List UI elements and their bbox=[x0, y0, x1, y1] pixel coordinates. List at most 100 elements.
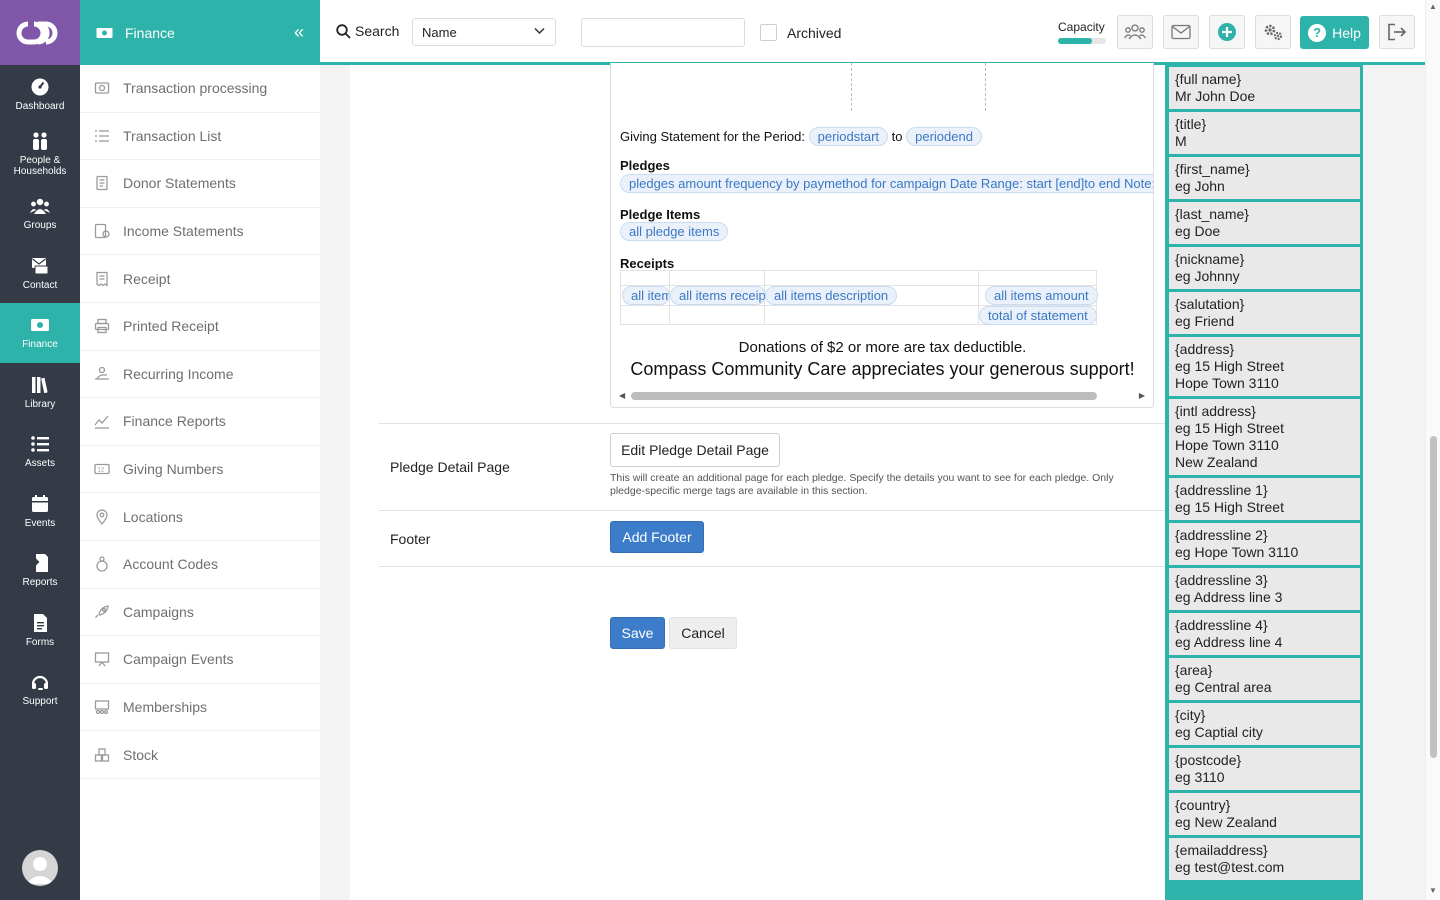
merge-chip-total-of-statement[interactable]: total of statement bbox=[979, 306, 1097, 325]
pledge-detail-hint: This will create an additional page for … bbox=[610, 472, 1114, 497]
settings-button[interactable] bbox=[1255, 15, 1291, 49]
rail-item-forms[interactable]: Forms bbox=[0, 601, 80, 661]
save-button[interactable]: Save bbox=[610, 617, 665, 649]
rail-item-dashboard[interactable]: Dashboard bbox=[0, 65, 80, 125]
messages-button[interactable] bbox=[1163, 15, 1199, 49]
merge-tag-item[interactable]: {intl address} eg 15 High Street Hope Tow… bbox=[1169, 399, 1360, 475]
page-vertical-scrollbar[interactable]: ▲ ▼ bbox=[1425, 0, 1440, 900]
statement-editor: Giving Statement for the Period: periods… bbox=[350, 63, 1165, 900]
submenu-item-giving-numbers[interactable]: 12 Giving Numbers bbox=[80, 446, 320, 494]
collapse-menu-icon[interactable]: « bbox=[294, 22, 304, 43]
search-control[interactable]: Search bbox=[336, 23, 399, 39]
merge-tag-example: eg Address line 3 bbox=[1175, 589, 1283, 605]
submenu-item-label: Transaction List bbox=[123, 127, 222, 144]
scroll-down-arrow-icon[interactable]: ▼ bbox=[1429, 886, 1437, 895]
people-icon bbox=[33, 132, 47, 151]
submenu-item-receipt[interactable]: Receipt bbox=[80, 255, 320, 303]
campaign-events-icon bbox=[94, 652, 110, 667]
merge-tag-item[interactable]: {addressline 2} eg Hope Town 3110 bbox=[1169, 523, 1360, 565]
submenu-item-transaction-processing[interactable]: Transaction processing bbox=[80, 65, 320, 113]
scroll-left-arrow-icon[interactable]: ◀ bbox=[619, 391, 625, 400]
merge-tag-name: {full name} bbox=[1175, 71, 1242, 87]
edit-pledge-detail-button[interactable]: Edit Pledge Detail Page bbox=[610, 433, 780, 467]
merge-tag-item[interactable]: {title} M bbox=[1169, 112, 1360, 154]
merge-tag-example: eg test@test.com bbox=[1175, 859, 1285, 875]
submenu-item-transaction-list[interactable]: Transaction List bbox=[80, 113, 320, 161]
rail-item-groups[interactable]: Groups bbox=[0, 184, 80, 244]
submenu-item-campaign-events[interactable]: Campaign Events bbox=[80, 636, 320, 684]
merge-tag-item[interactable]: {postcode} eg 3110 bbox=[1169, 748, 1360, 790]
merge-chip-all-items-amount[interactable]: all items amount bbox=[985, 286, 1098, 305]
cancel-button[interactable]: Cancel bbox=[669, 617, 737, 649]
submenu-item-income-statements[interactable]: Income Statements bbox=[80, 208, 320, 256]
merge-tag-item[interactable]: {addressline 1} eg 15 High Street bbox=[1169, 478, 1360, 520]
rocket-icon bbox=[95, 605, 109, 618]
scrollbar-thumb[interactable] bbox=[631, 392, 1097, 400]
merge-chip-pledges[interactable]: pledges amount frequency by paymethod fo… bbox=[620, 174, 1153, 193]
merge-chip-pledge-items[interactable]: all pledge items bbox=[620, 222, 729, 241]
user-avatar-icon bbox=[26, 857, 54, 884]
submenu-item-locations[interactable]: Locations bbox=[80, 493, 320, 541]
merge-chip-periodend[interactable]: periodend bbox=[906, 127, 982, 146]
search-input[interactable] bbox=[581, 18, 745, 47]
rail-item-events[interactable]: Events bbox=[0, 482, 80, 542]
merge-tag-name: {area} bbox=[1175, 662, 1213, 678]
list-icon bbox=[95, 130, 109, 142]
search-field-select[interactable]: Name bbox=[412, 18, 556, 46]
merge-tag-item[interactable]: {nickname} eg Johnny bbox=[1169, 247, 1360, 289]
households-button[interactable] bbox=[1117, 15, 1153, 49]
receipt-icon bbox=[96, 271, 108, 287]
archived-label: Archived bbox=[787, 24, 842, 41]
merge-tag-item[interactable]: {area} eg Central area bbox=[1169, 658, 1360, 700]
add-footer-button[interactable]: Add Footer bbox=[610, 521, 704, 553]
rail-item-reports[interactable]: Reports bbox=[0, 541, 80, 601]
rail-item-assets[interactable]: Assets bbox=[0, 422, 80, 482]
preview-horizontal-scrollbar[interactable]: ◀ ▶ bbox=[619, 391, 1145, 401]
rail-item-library[interactable]: Library bbox=[0, 363, 80, 423]
merge-tag-item[interactable]: {last_name} eg Doe bbox=[1169, 202, 1360, 244]
submenu-item-memberships[interactable]: Memberships bbox=[80, 684, 320, 732]
rail-item-label: Events bbox=[24, 517, 56, 529]
submenu-item-campaigns[interactable]: Campaigns bbox=[80, 589, 320, 637]
merge-chip-all-items-receipt[interactable]: all items receipt bbox=[670, 286, 766, 305]
merge-tag-item[interactable]: {emailaddress} eg test@test.com bbox=[1169, 838, 1360, 880]
svg-text:12: 12 bbox=[98, 468, 105, 474]
submenu-item-stock[interactable]: Stock bbox=[80, 731, 320, 779]
merge-tag-item[interactable]: {addressline 3} eg Address line 3 bbox=[1169, 568, 1360, 610]
merge-tag-item[interactable]: {address} eg 15 High Street Hope Town 311… bbox=[1169, 337, 1360, 396]
add-new-button[interactable] bbox=[1209, 15, 1245, 49]
merge-tag-item[interactable]: {country} eg New Zealand bbox=[1169, 793, 1360, 835]
rail-item-people-households[interactable]: People & Households bbox=[0, 125, 80, 185]
submenu-item-account-codes[interactable]: Account Codes bbox=[80, 541, 320, 589]
submenu-item-printed-receipt[interactable]: Printed Receipt bbox=[80, 303, 320, 351]
scrollbar-thumb[interactable] bbox=[1430, 436, 1437, 758]
archived-checkbox[interactable] bbox=[760, 24, 777, 41]
merge-tag-name: {country} bbox=[1175, 797, 1231, 813]
merge-tag-item[interactable]: {city} eg Captial city bbox=[1169, 703, 1360, 745]
submenu-item-label: Memberships bbox=[123, 699, 208, 716]
merge-tag-item[interactable]: {full name} Mr John Doe bbox=[1169, 67, 1360, 109]
submenu-item-finance-reports[interactable]: Finance Reports bbox=[80, 398, 320, 446]
rail-item-finance[interactable]: Finance bbox=[0, 303, 80, 363]
submenu-item-recurring-income[interactable]: Recurring Income bbox=[80, 351, 320, 399]
merge-tag-item[interactable]: {salutation} eg Friend bbox=[1169, 292, 1360, 334]
archived-toggle[interactable]: Archived bbox=[760, 24, 841, 41]
submenu-item-label: Income Statements bbox=[123, 223, 244, 240]
merge-chip-all-items-description[interactable]: all items description bbox=[765, 286, 898, 305]
scroll-right-arrow-icon[interactable]: ▶ bbox=[1139, 391, 1145, 400]
user-avatar[interactable] bbox=[22, 850, 58, 886]
scroll-up-arrow-icon[interactable]: ▲ bbox=[1429, 2, 1437, 11]
rail-item-contact[interactable]: Contact bbox=[0, 244, 80, 304]
merge-chip-periodstart[interactable]: periodstart bbox=[808, 127, 889, 146]
merge-tag-item[interactable]: {addressline 4} eg Address line 4 bbox=[1169, 613, 1360, 655]
submenu-item-donor-statements[interactable]: Donor Statements bbox=[80, 160, 320, 208]
rail-item-label: Dashboard bbox=[15, 101, 65, 113]
merge-tag-name: {first_name} bbox=[1175, 161, 1250, 177]
merge-tag-item[interactable]: {first_name} eg John bbox=[1169, 157, 1360, 199]
main-nav-rail: Dashboard People & Households Groups Contac… bbox=[0, 0, 80, 900]
help-button[interactable]: ? Help bbox=[1300, 16, 1369, 49]
rail-item-support[interactable]: Support bbox=[0, 660, 80, 720]
app-logo[interactable] bbox=[0, 0, 80, 65]
logout-button[interactable] bbox=[1379, 15, 1415, 49]
merge-chip-all-items[interactable]: all items bbox=[622, 286, 670, 305]
